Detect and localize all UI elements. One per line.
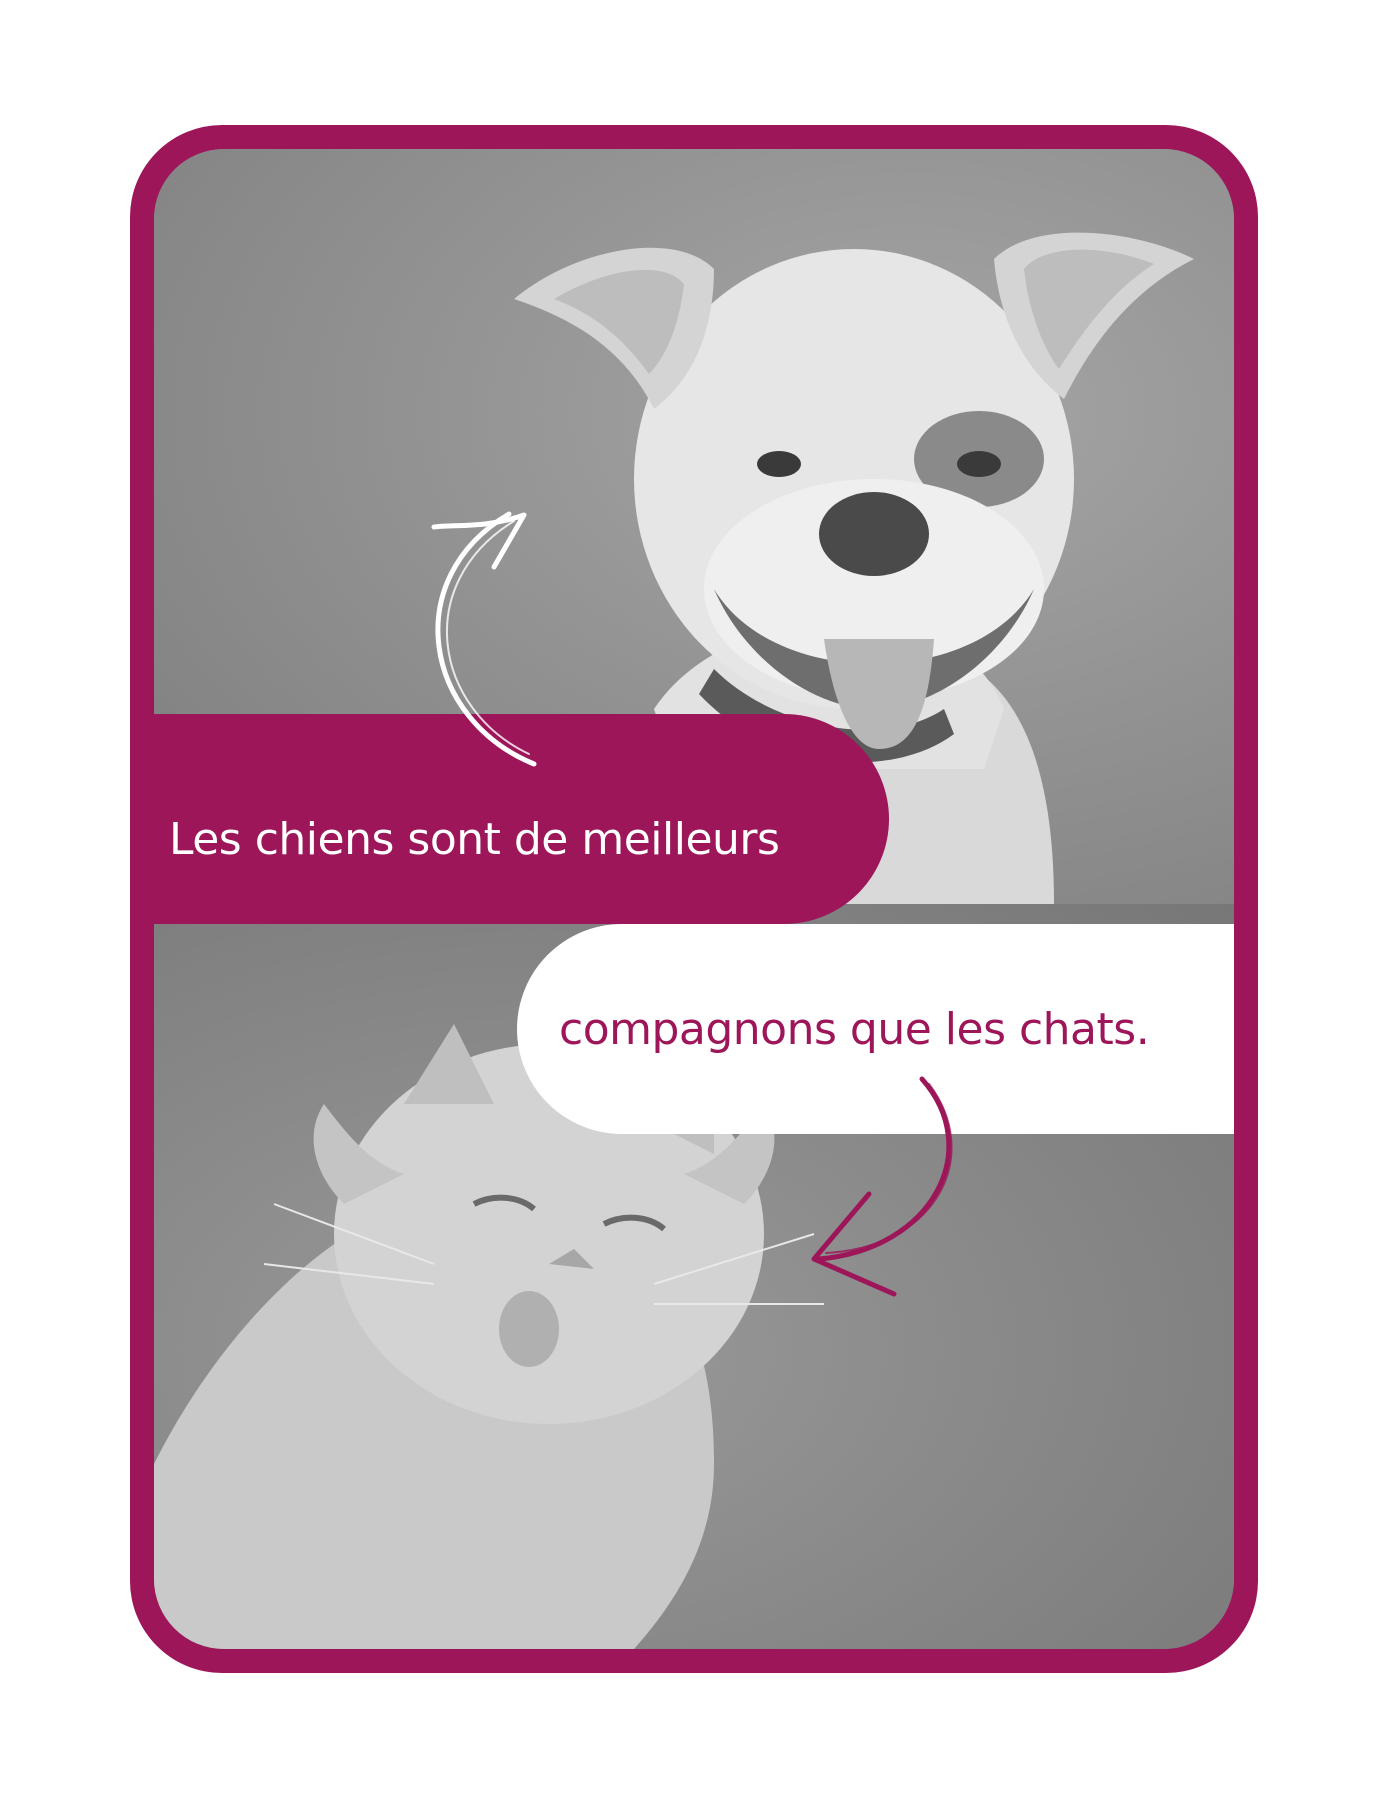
curved-arrow-left-icon — [811, 1076, 953, 1297]
card-inner: Les chiens sont de meilleurs compagnons … — [154, 149, 1234, 1649]
card-frame: Les chiens sont de meilleurs compagnons … — [130, 125, 1258, 1673]
